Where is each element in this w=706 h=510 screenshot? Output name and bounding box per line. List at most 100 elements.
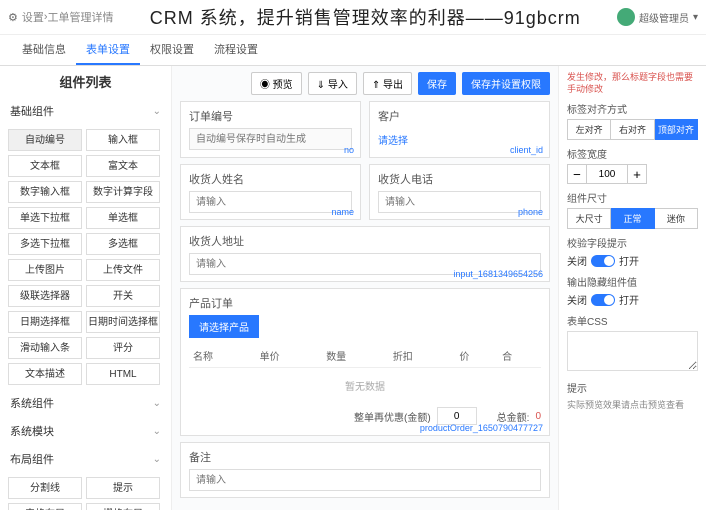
field-label: 订单编号 bbox=[189, 108, 352, 124]
field-receiver-name[interactable]: 收货人姓名 name bbox=[180, 164, 361, 220]
receiver-phone-input[interactable] bbox=[378, 191, 541, 213]
table-header: 折扣 bbox=[389, 344, 456, 368]
select-product-button[interactable]: 请选择产品 bbox=[189, 315, 259, 338]
user-menu[interactable]: 超级管理员 ▾ bbox=[617, 8, 698, 26]
widget-item[interactable]: 数字计算字段 bbox=[86, 181, 160, 203]
chevron-down-icon: ⌄ bbox=[153, 454, 161, 465]
group-module[interactable]: 系统模块⌄ bbox=[0, 417, 171, 445]
group-basic[interactable]: 基础组件⌄ bbox=[0, 97, 171, 125]
widget-item[interactable]: 开关 bbox=[86, 285, 160, 307]
table-header: 合 bbox=[498, 344, 541, 368]
field-remark[interactable]: 备注 bbox=[180, 442, 550, 498]
product-table: 名称单价数量折扣价合 暂无数据 bbox=[189, 344, 541, 403]
width-dec[interactable]: − bbox=[567, 164, 587, 184]
field-label: 备注 bbox=[189, 449, 541, 465]
width-inc[interactable]: + bbox=[627, 164, 647, 184]
main-tabs: 基础信息 表单设置 权限设置 流程设置 bbox=[0, 35, 706, 66]
widget-item[interactable]: 单选下拉框 bbox=[8, 207, 82, 229]
size-label: 组件尺寸 bbox=[567, 190, 698, 205]
size-large[interactable]: 大尺寸 bbox=[567, 208, 611, 229]
receiver-name-input[interactable] bbox=[189, 191, 352, 213]
group-layout[interactable]: 布局组件⌄ bbox=[0, 445, 171, 473]
chevron-down-icon: ▾ bbox=[693, 12, 698, 23]
field-customer[interactable]: 客户 请选择 client_id bbox=[369, 101, 550, 158]
field-tag: phone bbox=[518, 207, 543, 217]
field-receiver-phone[interactable]: 收货人电话 phone bbox=[369, 164, 550, 220]
widget-item[interactable]: 输入框 bbox=[86, 129, 160, 151]
size-mini[interactable]: 迷你 bbox=[655, 208, 698, 229]
widget-item[interactable]: 提示 bbox=[86, 477, 160, 499]
size-normal[interactable]: 正常 bbox=[611, 208, 654, 229]
save-perm-button[interactable]: 保存并设置权限 bbox=[462, 72, 550, 95]
user-name: 超级管理员 bbox=[639, 10, 689, 25]
field-tag: no bbox=[344, 145, 354, 155]
import-button[interactable]: ⇓ 导入 bbox=[308, 72, 357, 95]
field-order-no[interactable]: 订单编号 no bbox=[180, 101, 361, 158]
save-button[interactable]: 保存 bbox=[418, 72, 456, 95]
tip-label: 提示 bbox=[567, 380, 698, 395]
widget-item[interactable]: 多选框 bbox=[86, 233, 160, 255]
widget-item[interactable]: 上传图片 bbox=[8, 259, 82, 281]
widget-item[interactable]: 日期时间选择框 bbox=[86, 311, 160, 333]
total-label: 总金额: bbox=[497, 409, 530, 424]
warning-text: 发生修改，那么标题字段也需要手动修改 bbox=[567, 72, 698, 95]
validate-toggle[interactable] bbox=[591, 255, 615, 267]
group-system[interactable]: 系统组件⌄ bbox=[0, 389, 171, 417]
widget-item[interactable]: 滑动输入条 bbox=[8, 337, 82, 359]
align-right[interactable]: 右对齐 bbox=[611, 119, 654, 140]
field-label: 收货人电话 bbox=[378, 171, 541, 187]
widget-item[interactable]: 自动编号 bbox=[8, 129, 82, 151]
widget-item[interactable]: 表格布局 bbox=[8, 503, 82, 510]
field-label: 收货人姓名 bbox=[189, 171, 352, 187]
remark-input[interactable] bbox=[189, 469, 541, 491]
table-header: 数量 bbox=[322, 344, 389, 368]
table-header: 价 bbox=[455, 344, 498, 368]
field-tag: input_1681349654256 bbox=[453, 269, 543, 279]
preview-button[interactable]: ◉ 预览 bbox=[251, 72, 302, 95]
order-no-input[interactable] bbox=[189, 128, 352, 150]
hide-label: 输出隐藏组件值 bbox=[567, 274, 698, 289]
widget-item[interactable]: 上传文件 bbox=[86, 259, 160, 281]
widget-list-title: 组件列表 bbox=[0, 66, 171, 97]
css-textarea[interactable] bbox=[567, 331, 698, 371]
widget-item[interactable]: 多选下拉框 bbox=[8, 233, 82, 255]
widget-item[interactable]: 分割线 bbox=[8, 477, 82, 499]
widget-item[interactable]: 富文本 bbox=[86, 155, 160, 177]
off-label: 关闭 bbox=[567, 253, 587, 268]
field-label: 产品订单 bbox=[189, 295, 541, 311]
align-top[interactable]: 顶部对齐 bbox=[655, 119, 698, 140]
size-segment: 大尺寸 正常 迷你 bbox=[567, 208, 698, 229]
chevron-down-icon: ⌄ bbox=[153, 398, 161, 409]
field-receiver-addr[interactable]: 收货人地址 input_1681349654256 bbox=[180, 226, 550, 282]
breadcrumb-page[interactable]: 工单管理详情 bbox=[48, 9, 114, 25]
tab-flow[interactable]: 流程设置 bbox=[204, 35, 268, 65]
field-label: 收货人地址 bbox=[189, 233, 541, 249]
widget-item[interactable]: 文本描述 bbox=[8, 363, 82, 385]
css-label: 表单CSS bbox=[567, 313, 698, 328]
widget-item[interactable]: 文本框 bbox=[8, 155, 82, 177]
discount-label: 整单再优惠(金额) bbox=[354, 409, 431, 424]
tab-form[interactable]: 表单设置 bbox=[76, 35, 140, 65]
field-product-order[interactable]: 产品订单 请选择产品 名称单价数量折扣价合 暂无数据 整单再优惠(金额) 总金额… bbox=[180, 288, 550, 436]
tab-basic[interactable]: 基础信息 bbox=[12, 35, 76, 65]
align-left[interactable]: 左对齐 bbox=[567, 119, 611, 140]
widget-item[interactable]: 日期选择框 bbox=[8, 311, 82, 333]
widget-item[interactable]: 栅格布局 bbox=[86, 503, 160, 510]
widget-item[interactable]: 单选框 bbox=[86, 207, 160, 229]
avatar bbox=[617, 8, 635, 26]
width-input[interactable] bbox=[587, 164, 627, 184]
hide-toggle[interactable] bbox=[591, 294, 615, 306]
widget-item[interactable]: HTML bbox=[86, 363, 160, 385]
width-label: 标签宽度 bbox=[567, 146, 698, 161]
align-label: 标签对齐方式 bbox=[567, 101, 698, 116]
export-button[interactable]: ⇑ 导出 bbox=[363, 72, 412, 95]
widget-item[interactable]: 数字输入框 bbox=[8, 181, 82, 203]
breadcrumb-settings[interactable]: 设置 bbox=[22, 9, 44, 25]
field-tag: name bbox=[331, 207, 354, 217]
widget-item[interactable]: 评分 bbox=[86, 337, 160, 359]
widget-item[interactable]: 级联选择器 bbox=[8, 285, 82, 307]
tab-perm[interactable]: 权限设置 bbox=[140, 35, 204, 65]
form-canvas: ◉ 预览 ⇓ 导入 ⇑ 导出 保存 保存并设置权限 订单编号 no 客户 请选择… bbox=[172, 66, 558, 510]
right-panel: 发生修改，那么标题字段也需要手动修改 标签对齐方式 左对齐 右对齐 顶部对齐 标… bbox=[558, 66, 706, 510]
field-tag: client_id bbox=[510, 145, 543, 155]
